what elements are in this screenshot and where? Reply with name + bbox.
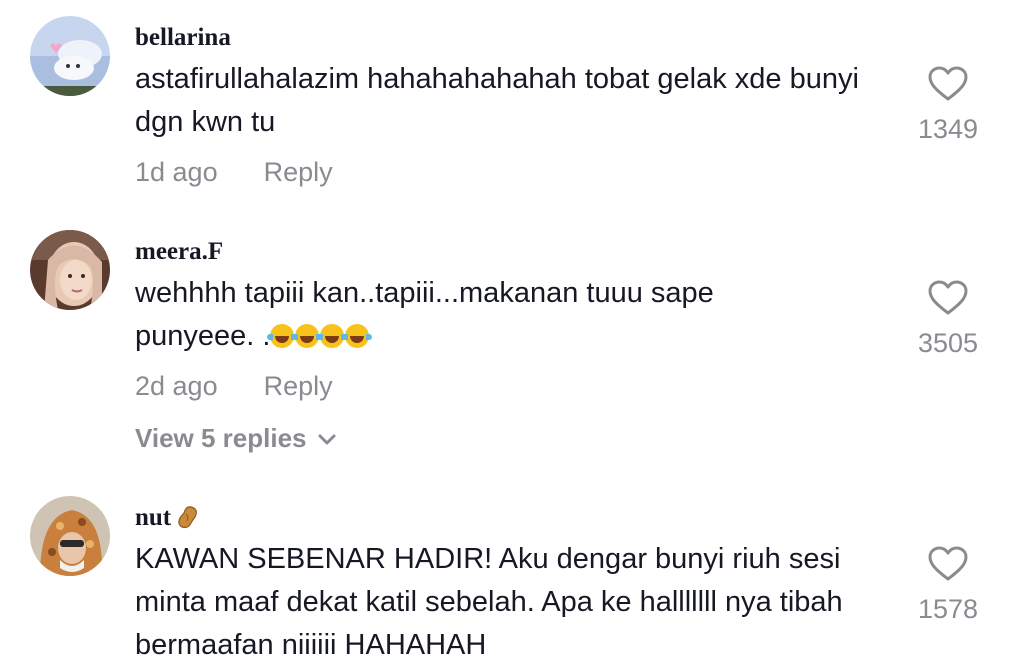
username-text: nut (135, 504, 172, 531)
peanut-emoji (178, 506, 198, 529)
comment-text: KAWAN SEBENAR HADIR! Aku dengar bunyi ri… (135, 543, 843, 661)
avatar[interactable] (30, 496, 110, 576)
heart-outline-icon (928, 546, 968, 581)
comment-item: nut KAWAN SEBENAR HADIR! Aku dengar buny… (0, 0, 1030, 668)
like-count: 1578 (917, 594, 979, 624)
comment-username[interactable]: nut (135, 504, 199, 532)
avatar-image (30, 496, 110, 576)
like-button[interactable] (928, 546, 968, 582)
